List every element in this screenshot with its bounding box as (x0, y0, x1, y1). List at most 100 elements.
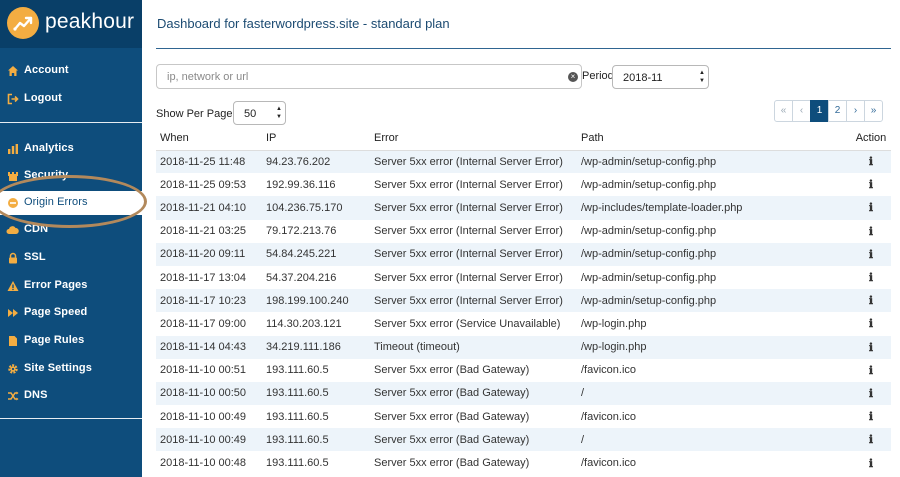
table-row: 2018-11-10 00:50 193.111.60.5 Server 5xx e… (156, 381, 891, 406)
cell-when: 2018-11-10 00:50 (160, 387, 247, 400)
nav-dns[interactable]: DNS (0, 384, 142, 408)
info-icon[interactable]: ℹ (869, 457, 873, 470)
pagination-page[interactable]: 2 (828, 100, 847, 122)
pagination-next[interactable]: › (846, 100, 865, 122)
cell-path: /wp-admin/setup-config.php (581, 294, 717, 307)
cell-path: /wp-admin/setup-config.php (581, 248, 717, 261)
cell-error: Server 5xx error (Bad Gateway) (374, 410, 530, 423)
warning-icon (6, 279, 19, 292)
nav-logout[interactable]: Logout (0, 87, 142, 111)
nav-analytics[interactable]: Analytics (0, 137, 142, 161)
fast-forward-icon (6, 306, 19, 319)
nav-error-pages[interactable]: Error Pages (0, 274, 142, 298)
cell-when: 2018-11-17 13:04 (160, 271, 247, 284)
cell-error: Server 5xx error (Bad Gateway) (374, 457, 530, 470)
info-icon[interactable]: ℹ (869, 294, 873, 307)
pagination-first[interactable]: « (774, 100, 793, 122)
cell-action: ℹ (851, 266, 891, 289)
info-icon[interactable]: ℹ (869, 248, 873, 261)
table-row: 2018-11-17 13:04 54.37.204.216 Server 5xx … (156, 266, 891, 289)
period-select-value: 2018-11 (623, 72, 663, 84)
table-row: 2018-11-17 09:00 114.30.203.121 Server 5xx… (156, 312, 891, 335)
cell-path: /wp-login.php (581, 317, 647, 330)
nav-analytics-label: Analytics (24, 142, 74, 154)
cell-action: ℹ (851, 289, 891, 312)
info-icon[interactable]: ℹ (869, 317, 873, 330)
table-row: 2018-11-10 00:51 193.111.60.5 Server 5xx e… (156, 359, 891, 382)
info-icon[interactable]: ℹ (869, 433, 873, 446)
cell-action: ℹ (851, 382, 891, 405)
period-select[interactable]: 2018-11 ▲ ▼ (612, 65, 709, 89)
nav-ssl[interactable]: SSL (0, 246, 142, 270)
cell-ip: 193.111.60.5 (266, 387, 329, 400)
cell-error: Timeout (timeout) (374, 341, 460, 354)
nav-page-speed[interactable]: Page Speed (0, 301, 142, 325)
cell-ip: 54.37.204.216 (266, 271, 337, 284)
column-header-ip[interactable]: IP (262, 126, 370, 151)
table-row: 2018-11-10 00:48 193.111.60.5 Server 5xx e… (156, 451, 891, 474)
column-header-when[interactable]: When (156, 126, 262, 151)
nav-cdn[interactable]: CDN (0, 218, 142, 242)
origin-errors-table: When IP Error Path Action 2018-11-25 11:… (156, 126, 891, 475)
sidebar: peakhour Account Logout Analytics Securi… (0, 0, 142, 477)
cell-error: Server 5xx error (Internal Server Error) (374, 201, 563, 214)
info-icon[interactable]: ℹ (869, 387, 873, 400)
table-row: 2018-11-21 04:10 104.236.75.170 Server 5xx… (156, 196, 891, 220)
home-icon (6, 64, 19, 77)
cell-action: ℹ (851, 150, 891, 173)
logout-icon (6, 92, 19, 105)
nav-account-label: Account (24, 64, 69, 76)
cell-path: /wp-admin/setup-config.php (581, 271, 717, 284)
info-icon[interactable]: ℹ (869, 364, 873, 377)
table-row: 2018-11-25 09:53 192.99.36.116 Server 5xx … (156, 173, 891, 196)
castle-icon (6, 169, 19, 182)
cell-path: /wp-admin/setup-config.php (581, 225, 717, 238)
nav-ssl-label: SSL (24, 251, 46, 263)
table-body: 2018-11-25 11:48 94.23.76.202 Server 5xx e… (156, 150, 891, 475)
clear-search-icon[interactable]: × (568, 72, 578, 82)
nav-logout-label: Logout (24, 92, 62, 104)
brand-bar: peakhour (0, 0, 142, 48)
shuffle-icon (6, 389, 19, 402)
pagination-last[interactable]: » (864, 100, 883, 122)
pagination-page[interactable]: 1 (810, 100, 829, 122)
table-row: 2018-11-14 04:43 34.219.111.186 Timeout (t… (156, 335, 891, 359)
info-icon[interactable]: ℹ (869, 341, 873, 354)
pagination-prev[interactable]: ‹ (792, 100, 811, 122)
cell-when: 2018-11-21 04:10 (160, 201, 247, 214)
cell-ip: 192.99.36.116 (266, 178, 336, 191)
nav-account[interactable]: Account (0, 59, 142, 83)
nav-security-label: Security (24, 169, 69, 181)
period-label: Period (582, 70, 614, 82)
cell-path: /wp-admin/setup-config.php (581, 155, 717, 168)
cell-ip: 193.111.60.5 (266, 433, 329, 446)
info-icon[interactable]: ℹ (869, 225, 873, 238)
cell-action: ℹ (851, 196, 891, 219)
cell-path: / (581, 433, 585, 446)
per-page-select[interactable]: 50 ▲ ▼ (233, 101, 286, 125)
search-input[interactable] (156, 64, 582, 89)
info-icon[interactable]: ℹ (869, 201, 873, 214)
column-header-path[interactable]: Path (577, 126, 851, 151)
cell-action: ℹ (851, 243, 891, 266)
info-icon[interactable]: ℹ (869, 271, 873, 284)
column-header-error[interactable]: Error (370, 126, 577, 151)
info-icon[interactable]: ℹ (869, 155, 873, 168)
nav-dns-label: DNS (24, 389, 48, 401)
cell-path: /wp-login.php (581, 341, 647, 354)
cell-action: ℹ (851, 428, 891, 451)
info-icon[interactable]: ℹ (869, 178, 873, 191)
nav-origin-errors[interactable]: Origin Errors (0, 191, 142, 215)
info-icon[interactable]: ℹ (869, 410, 873, 423)
nav-divider (0, 122, 142, 123)
cell-ip: 79.172.213.76 (266, 225, 337, 238)
cell-action: ℹ (851, 451, 891, 474)
peakhour-logo-icon (7, 7, 39, 39)
cell-path: / (581, 387, 585, 400)
cell-when: 2018-11-21 03:25 (160, 225, 247, 238)
per-page-value: 50 (244, 108, 257, 120)
nav-page-rules[interactable]: Page Rules (0, 329, 142, 353)
cell-ip: 54.84.245.221 (266, 248, 337, 261)
nav-security[interactable]: Security (0, 164, 142, 188)
nav-site-settings[interactable]: Site Settings (0, 357, 142, 381)
